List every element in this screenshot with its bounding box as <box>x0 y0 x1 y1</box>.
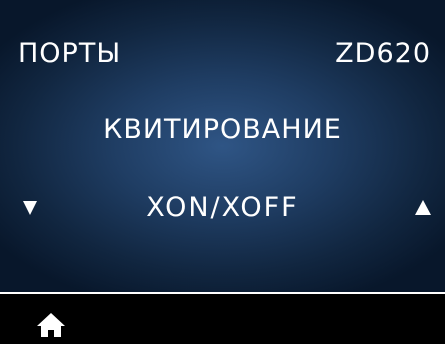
home-icon <box>37 313 65 337</box>
setting-value-row: XON/XOFF <box>0 188 445 228</box>
bottom-bar <box>0 294 445 344</box>
printer-model-label: ZD620 <box>335 38 431 69</box>
menu-section-title: ПОРТЫ <box>18 38 122 69</box>
printer-display-screen: ПОРТЫ ZD620 КВИТИРОВАНИЕ XON/XOFF <box>0 0 445 344</box>
menu-panel: ПОРТЫ ZD620 КВИТИРОВАНИЕ XON/XOFF <box>0 0 445 292</box>
up-triangle-icon[interactable] <box>415 200 431 215</box>
setting-value: XON/XOFF <box>146 192 299 223</box>
setting-name: КВИТИРОВАНИЕ <box>103 114 342 145</box>
home-button[interactable] <box>36 312 66 338</box>
